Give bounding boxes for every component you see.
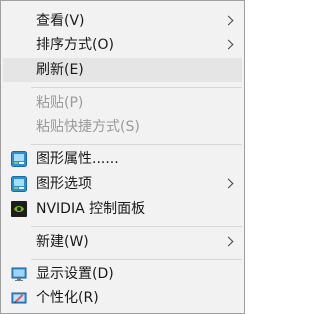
menu-item-paste-shortcut[interactable]: 粘贴快捷方式(S) bbox=[3, 115, 242, 139]
menu-separator bbox=[31, 144, 242, 145]
chevron-right-icon bbox=[223, 236, 234, 247]
menu-separator bbox=[31, 226, 242, 227]
nvidia-icon bbox=[11, 201, 27, 217]
menu-item-label: 排序方式(O) bbox=[36, 37, 114, 53]
chevron-right-icon bbox=[223, 178, 234, 189]
menu-item-new[interactable]: 新建(W) bbox=[3, 230, 242, 254]
menu-item-label: 查看(V) bbox=[36, 13, 85, 29]
menu-item-label: 新建(W) bbox=[36, 234, 89, 250]
menu-item-label: 显示设置(D) bbox=[36, 266, 114, 282]
menu-item-label: NVIDIA 控制面板 bbox=[36, 201, 146, 217]
menu-item-label: 粘贴(P) bbox=[36, 95, 84, 111]
menu-item-personalize[interactable]: 个性化(R) bbox=[3, 286, 242, 310]
menu-separator bbox=[31, 259, 242, 260]
chevron-right-icon bbox=[223, 39, 234, 50]
display-settings-icon bbox=[11, 266, 27, 282]
menu-item-nvidia-control-panel[interactable]: NVIDIA 控制面板 bbox=[3, 197, 242, 221]
chevron-right-icon bbox=[223, 15, 234, 26]
intel-graphics-icon bbox=[11, 176, 27, 192]
menu-item-label: 图形属性...... bbox=[36, 151, 119, 167]
menu-item-label: 个性化(R) bbox=[36, 290, 99, 306]
menu-item-label: 图形选项 bbox=[36, 176, 92, 192]
menu-item-view[interactable]: 查看(V) bbox=[3, 9, 242, 33]
menu-item-refresh[interactable]: 刷新(E) bbox=[3, 58, 242, 82]
menu-item-graphics-properties[interactable]: 图形属性...... bbox=[3, 147, 242, 171]
menu-separator bbox=[31, 87, 242, 88]
menu-item-label: 粘贴快捷方式(S) bbox=[36, 119, 140, 135]
menu-item-graphics-options[interactable]: 图形选项 bbox=[3, 172, 242, 196]
personalize-icon bbox=[11, 290, 27, 306]
menu-item-label: 刷新(E) bbox=[36, 62, 84, 78]
menu-item-sort-by[interactable]: 排序方式(O) bbox=[3, 33, 242, 57]
desktop-context-menu: 查看(V) 排序方式(O) 刷新(E) 粘贴(P) 粘贴快捷方式(S) 图形属性… bbox=[0, 0, 245, 314]
intel-graphics-icon bbox=[11, 151, 27, 167]
menu-item-paste[interactable]: 粘贴(P) bbox=[3, 91, 242, 115]
menu-item-display-settings[interactable]: 显示设置(D) bbox=[3, 262, 242, 286]
